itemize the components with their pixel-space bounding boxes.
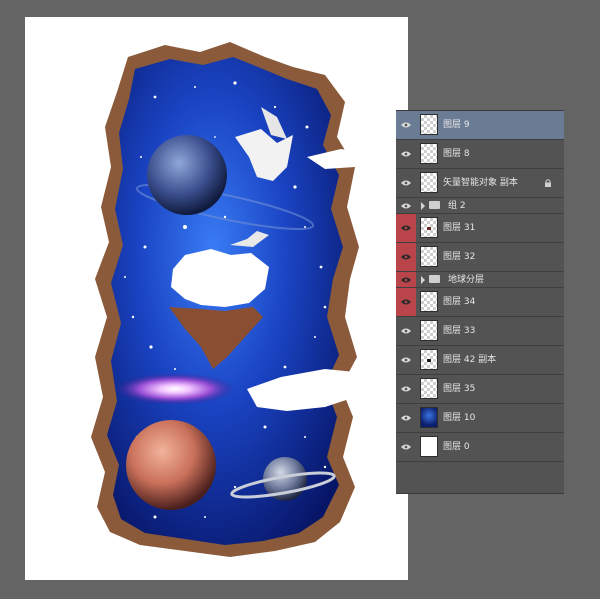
visibility-toggle[interactable] xyxy=(396,288,416,316)
layer-thumbnail xyxy=(420,246,438,267)
layer-row[interactable]: 图层 0 xyxy=(396,433,564,462)
layer-row[interactable]: 图层 32 xyxy=(396,243,564,272)
eye-icon xyxy=(401,203,411,208)
layer-name: 图层 9 xyxy=(443,120,470,130)
planet-red xyxy=(126,420,216,510)
layer-row[interactable]: 图层 35 xyxy=(396,375,564,404)
layer-row[interactable]: 图层 9 xyxy=(396,111,564,140)
layer-thumbnail xyxy=(420,320,438,341)
chevron-right-icon[interactable] xyxy=(421,276,425,284)
layer-row[interactable]: 矢量智能对象 副本 xyxy=(396,169,564,198)
lock-icon xyxy=(545,179,551,187)
group-name: 组 2 xyxy=(448,201,466,211)
layer-row[interactable]: 图层 10 xyxy=(396,404,564,433)
layer-row[interactable]: 图层 33 xyxy=(396,317,564,346)
eye-icon xyxy=(401,225,411,231)
visibility-toggle[interactable] xyxy=(396,111,416,139)
eye-icon xyxy=(401,254,411,260)
layer-row[interactable]: 图层 8 xyxy=(396,140,564,169)
layer-row[interactable]: 图层 34 xyxy=(396,288,564,317)
eye-icon xyxy=(401,415,411,421)
eye-icon xyxy=(401,386,411,392)
eye-icon xyxy=(401,151,411,157)
eye-icon xyxy=(401,444,411,450)
layer-thumbnail xyxy=(420,407,438,428)
layer-name: 图层 8 xyxy=(443,149,470,159)
layer-name: 图层 31 xyxy=(443,223,476,233)
group-row[interactable]: 地球分层 xyxy=(396,272,564,288)
visibility-toggle[interactable] xyxy=(396,404,416,432)
layer-name: 图层 35 xyxy=(443,384,476,394)
group-name: 地球分层 xyxy=(448,275,485,285)
planet-top xyxy=(147,135,227,215)
visibility-toggle[interactable] xyxy=(396,198,416,213)
eye-icon xyxy=(401,299,411,305)
spiral-galaxy xyxy=(115,373,235,405)
visibility-toggle[interactable] xyxy=(396,346,416,374)
layer-name: 图层 34 xyxy=(443,297,476,307)
eye-icon xyxy=(401,122,411,128)
layer-row[interactable]: 图层 31 xyxy=(396,214,564,243)
layer-thumbnail xyxy=(420,291,438,312)
eye-icon xyxy=(401,180,411,186)
layer-name: 图层 32 xyxy=(443,252,476,262)
layer-name: 矢量智能对象 副本 xyxy=(443,178,518,188)
layer-thumbnail xyxy=(420,436,438,457)
visibility-toggle[interactable] xyxy=(396,169,416,197)
visibility-toggle[interactable] xyxy=(396,243,416,271)
layers-panel: 图层 9 图层 8 矢量智能对象 副本 组 2 图层 31 图层 32 地球分层… xyxy=(396,110,564,494)
visibility-toggle[interactable] xyxy=(396,317,416,345)
layer-thumbnail xyxy=(420,114,438,135)
layer-thumbnail xyxy=(420,349,438,370)
chevron-right-icon[interactable] xyxy=(421,202,425,210)
hole-cloud xyxy=(171,249,269,307)
canvas-artwork xyxy=(91,42,365,557)
layer-name: 图层 42 副本 xyxy=(443,355,497,365)
eye-icon xyxy=(401,328,411,334)
visibility-toggle[interactable] xyxy=(396,214,416,242)
layer-name: 图层 10 xyxy=(443,413,476,423)
layer-row[interactable]: 图层 42 副本 xyxy=(396,346,564,375)
eye-icon xyxy=(401,277,411,282)
layer-thumbnail xyxy=(420,143,438,164)
layer-thumbnail xyxy=(420,217,438,238)
layer-name: 图层 0 xyxy=(443,442,470,452)
eye-icon xyxy=(401,357,411,363)
layer-name: 图层 33 xyxy=(443,326,476,336)
document-canvas[interactable] xyxy=(25,17,408,580)
layer-thumbnail xyxy=(420,378,438,399)
group-row[interactable]: 组 2 xyxy=(396,198,564,214)
visibility-toggle[interactable] xyxy=(396,433,416,461)
visibility-toggle[interactable] xyxy=(396,140,416,168)
folder-icon xyxy=(429,275,440,283)
visibility-toggle[interactable] xyxy=(396,375,416,403)
layer-thumbnail xyxy=(420,172,438,193)
visibility-toggle[interactable] xyxy=(396,272,416,287)
folder-icon xyxy=(429,201,440,209)
